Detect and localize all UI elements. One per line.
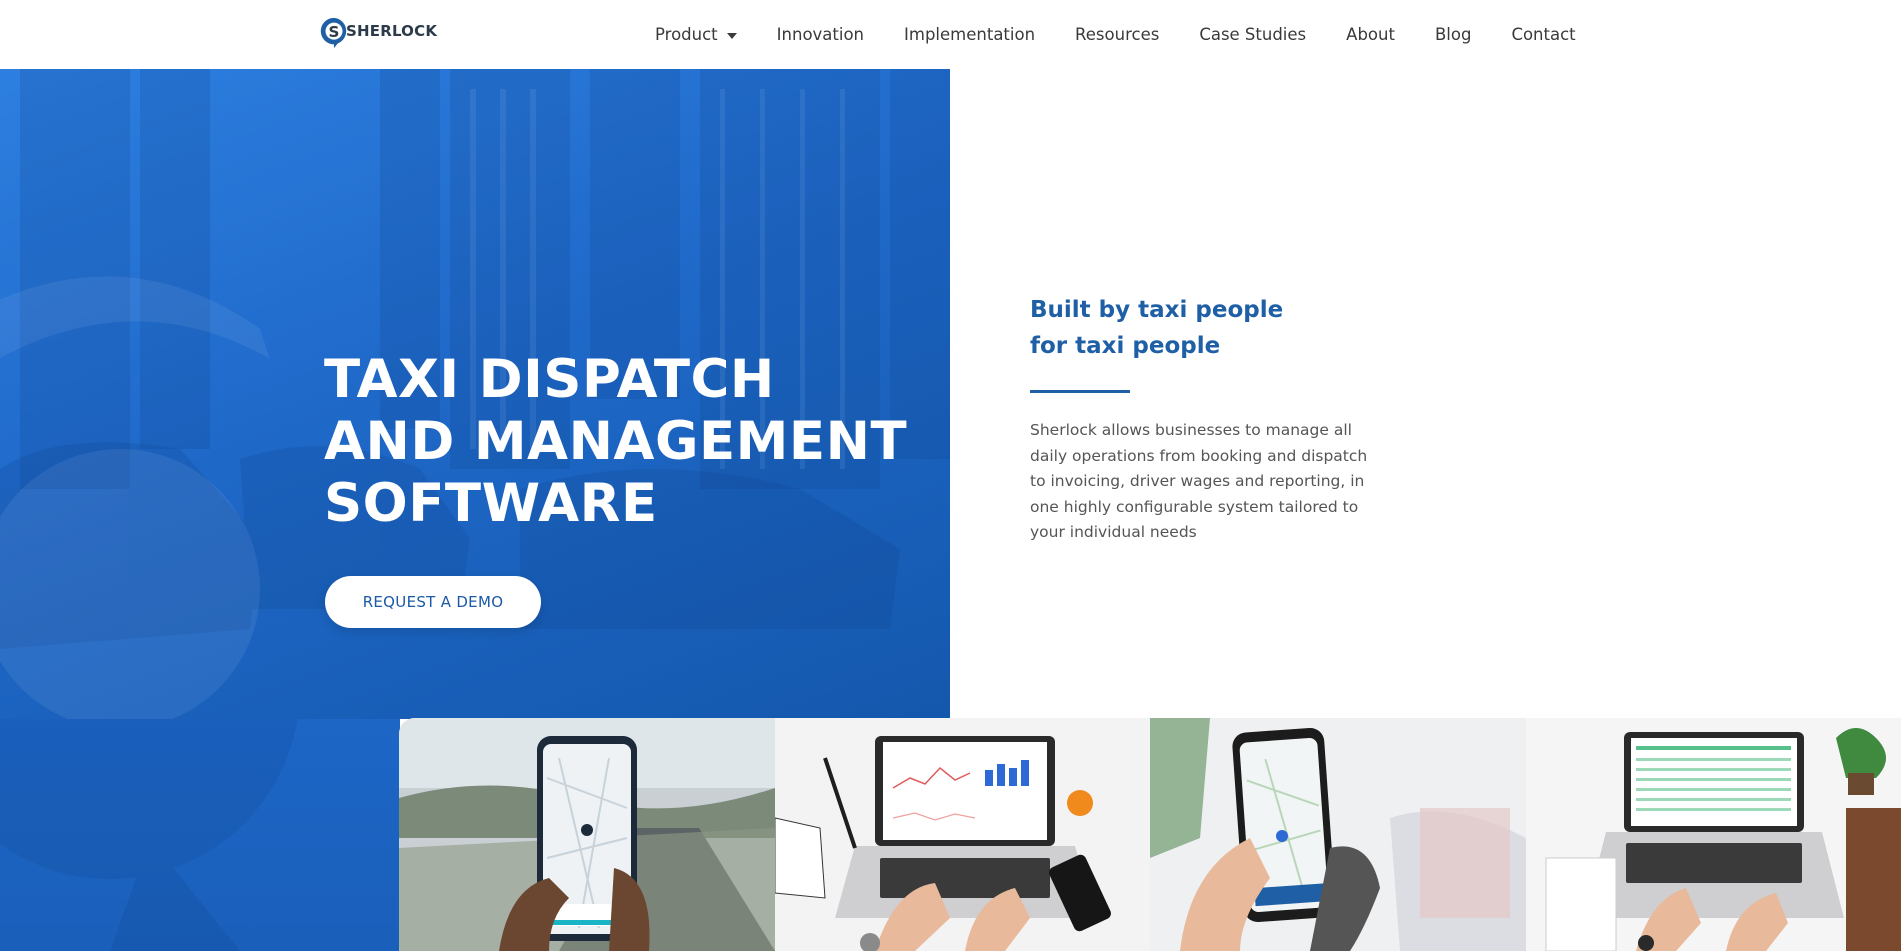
nav-about[interactable]: About xyxy=(1346,25,1395,44)
laptop-spreadsheet-photo xyxy=(1525,718,1901,951)
laptop-dashboard-photo xyxy=(774,718,1150,951)
logo-pin-icon: S xyxy=(320,17,347,49)
intro-divider xyxy=(1030,390,1130,393)
hero-banner: TAXI DISPATCH AND MANAGEMENT SOFTWARE RE… xyxy=(0,69,950,719)
nav-blog[interactable]: Blog xyxy=(1435,25,1471,44)
nav-product[interactable]: Product xyxy=(655,25,737,44)
nav-resources[interactable]: Resources xyxy=(1075,25,1159,44)
svg-text:S: S xyxy=(329,23,340,41)
hero-watermark-area xyxy=(0,719,400,951)
nav-innovation[interactable]: Innovation xyxy=(777,25,864,44)
hero-title-line-2: AND MANAGEMENT xyxy=(324,411,908,472)
request-demo-button[interactable]: REQUEST A DEMO xyxy=(325,576,541,628)
phone-map-photo xyxy=(399,718,775,951)
phone-app-photo xyxy=(1150,718,1526,951)
site-header: S SHERLOCK Product Innovation Implementa… xyxy=(0,0,1901,69)
chevron-down-icon xyxy=(726,32,737,39)
intro-description: Sherlock allows businesses to manage all… xyxy=(1030,421,1368,541)
logo-text: SHERLOCK xyxy=(346,22,438,40)
product-photo-strip xyxy=(399,718,1901,951)
nav-contact[interactable]: Contact xyxy=(1511,25,1575,44)
hero-title-line-3: SOFTWARE xyxy=(324,473,658,534)
sherlock-logo[interactable]: S SHERLOCK xyxy=(318,15,437,51)
intro-tagline-line-2: for taxi people xyxy=(1030,333,1221,359)
s-watermark-icon xyxy=(0,719,298,951)
main-nav: Product Innovation Implementation Resour… xyxy=(655,0,1576,69)
hero-title-line-1: TAXI DISPATCH xyxy=(324,349,775,410)
nav-product-label: Product xyxy=(655,25,718,44)
hero-title: TAXI DISPATCH AND MANAGEMENT SOFTWARE xyxy=(324,349,907,535)
intro-tagline-line-1: Built by taxi people xyxy=(1030,297,1284,323)
nav-case-studies[interactable]: Case Studies xyxy=(1199,25,1306,44)
nav-implementation[interactable]: Implementation xyxy=(904,25,1035,44)
intro-tagline: Built by taxi people for taxi people xyxy=(1030,292,1283,364)
